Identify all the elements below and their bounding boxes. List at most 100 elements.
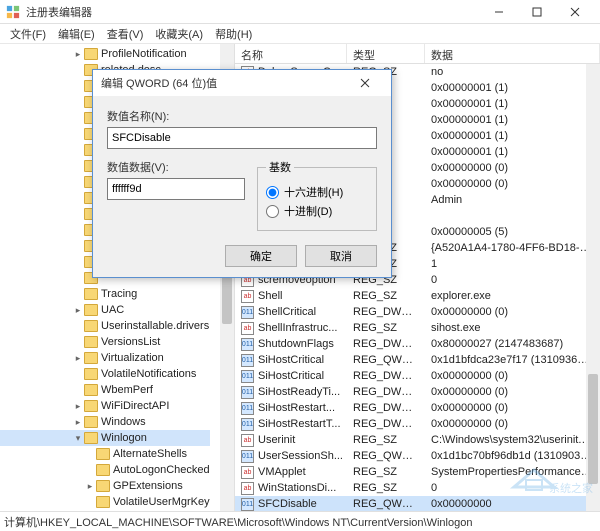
string-icon: ab: [241, 482, 254, 495]
value-row[interactable]: 011SiHostCriticalREG_DWORD0x00000000 (0): [235, 368, 600, 384]
folder-icon: [84, 320, 98, 332]
tree-item[interactable]: ▸ ProfileNotification: [0, 46, 210, 62]
col-type[interactable]: 类型: [347, 44, 425, 63]
base-fieldset: 基数 十六进制(H) 十进制(D): [257, 159, 377, 231]
radix-hex-radio[interactable]: [266, 186, 279, 199]
expand-icon[interactable]: ▸: [72, 49, 84, 60]
folder-icon: [84, 368, 98, 380]
col-data[interactable]: 数据: [425, 44, 600, 63]
menubar: 文件(F) 编辑(E) 查看(V) 收藏夹(A) 帮助(H): [0, 24, 600, 44]
tree-label: ProfileNotification: [101, 48, 187, 60]
binary-icon: 011: [241, 450, 254, 463]
tree-label: UAC: [101, 304, 124, 316]
value-row[interactable]: 011SiHostRestart...REG_DWORD0x00000000 (…: [235, 400, 600, 416]
menu-help[interactable]: 帮助(H): [209, 24, 258, 44]
string-icon: ab: [241, 322, 254, 335]
value-name: ShutdownFlags: [258, 338, 334, 350]
value-data: explorer.exe: [425, 290, 600, 302]
dialog-close-button[interactable]: [347, 71, 383, 95]
value-row[interactable]: 011SiHostRestartT...REG_DWORD0x00000000 …: [235, 416, 600, 432]
value-row[interactable]: 011ShellCriticalREG_DWORD0x00000000 (0): [235, 304, 600, 320]
value-data: 0x00000001 (1): [425, 114, 600, 126]
tree-item[interactable]: AutoLogonChecked: [0, 462, 210, 478]
value-row[interactable]: abUserinitREG_SZC:\Windows\system32\user…: [235, 432, 600, 448]
tree-item[interactable]: ▸Windows: [0, 414, 210, 430]
tree-label: AlternateShells: [113, 448, 187, 460]
value-name: WinStationsDi...: [258, 482, 336, 494]
tree-item[interactable]: ▸GPExtensions: [0, 478, 210, 494]
ok-button[interactable]: 确定: [225, 245, 297, 267]
value-name: SiHostRestartT...: [258, 418, 341, 430]
tree-label: VolatileNotifications: [101, 368, 196, 380]
close-button[interactable]: [556, 1, 594, 23]
value-data: 0x1d1bfdca23e7f17 (131093681850617011: [425, 354, 600, 366]
list-scrollbar[interactable]: [586, 64, 600, 511]
expand-icon[interactable]: ▸: [72, 401, 84, 412]
menu-favorites[interactable]: 收藏夹(A): [149, 24, 209, 44]
value-name: ShellCritical: [258, 306, 316, 318]
menu-file[interactable]: 文件(F): [4, 24, 52, 44]
value-type: REG_QWORD: [347, 498, 425, 510]
tree-item[interactable]: VolatileNotifications: [0, 366, 210, 382]
menu-view[interactable]: 查看(V): [101, 24, 150, 44]
menu-edit[interactable]: 编辑(E): [52, 24, 101, 44]
value-data: 0x00000001 (1): [425, 98, 600, 110]
folder-icon: [84, 416, 98, 428]
edit-qword-dialog: 编辑 QWORD (64 位)值 数值名称(N): 数值数据(V): 基数 十六…: [92, 69, 392, 278]
value-data: Admin: [425, 194, 600, 206]
tree-item[interactable]: ▾Winlogon: [0, 430, 210, 446]
value-data-label: 数值数据(V):: [107, 159, 245, 175]
tree-item[interactable]: VolatileUserMgrKey: [0, 494, 210, 510]
expand-icon[interactable]: ▸: [72, 305, 84, 316]
tree-item[interactable]: Userinstallable.drivers: [0, 318, 210, 334]
minimize-button[interactable]: [480, 1, 518, 23]
tree-item[interactable]: AlternateShells: [0, 446, 210, 462]
binary-icon: 011: [241, 338, 254, 351]
binary-icon: 011: [241, 418, 254, 431]
tree-item[interactable]: VersionsList: [0, 334, 210, 350]
tree-item[interactable]: ▸ UAC: [0, 302, 210, 318]
cancel-button[interactable]: 取消: [305, 245, 377, 267]
value-data-input[interactable]: [107, 178, 245, 200]
value-row[interactable]: 011SiHostCriticalREG_QWORD0x1d1bfdca23e7…: [235, 352, 600, 368]
value-row[interactable]: abShellInfrastruc...REG_SZsihost.exe: [235, 320, 600, 336]
tree-item[interactable]: WbemPerf: [0, 382, 210, 398]
tree-item[interactable]: Tracing: [0, 286, 210, 302]
list-header: 名称 类型 数据: [235, 44, 600, 64]
value-name: SiHostCritical: [258, 354, 324, 366]
value-data: C:\Windows\system32\userinit.exe,: [425, 434, 600, 446]
value-data: 0x00000000 (0): [425, 306, 600, 318]
col-name[interactable]: 名称: [235, 44, 347, 63]
expand-icon[interactable]: ▸: [72, 417, 84, 428]
expand-icon[interactable]: ▸: [72, 353, 84, 364]
value-data: 0x00000000 (0): [425, 370, 600, 382]
tree-item[interactable]: ▸WinSAT: [0, 510, 210, 511]
value-row[interactable]: 011ShutdownFlagsREG_DWORD0x80000027 (214…: [235, 336, 600, 352]
radix-hex-label: 十六进制(H): [284, 184, 343, 200]
tree-item[interactable]: ▸ Virtualization: [0, 350, 210, 366]
radix-dec-radio[interactable]: [266, 205, 279, 218]
value-data: 0x00000001 (1): [425, 130, 600, 142]
expand-icon[interactable]: ▸: [84, 481, 96, 492]
value-data: no: [425, 66, 600, 78]
folder-icon: [96, 496, 110, 508]
tree-label: Virtualization: [101, 352, 164, 364]
value-data: 0x00000005 (5): [425, 226, 600, 238]
binary-icon: 011: [241, 498, 254, 511]
value-name: VMApplet: [258, 466, 306, 478]
value-name-input[interactable]: [107, 127, 377, 149]
dialog-titlebar: 编辑 QWORD (64 位)值: [93, 70, 391, 96]
value-type: REG_SZ: [347, 434, 425, 446]
tree-label: WiFiDirectAPI: [101, 400, 169, 412]
tree-label: AutoLogonChecked: [113, 464, 210, 476]
value-data: 0x00000000 (0): [425, 178, 600, 190]
dialog-title: 编辑 QWORD (64 位)值: [101, 75, 347, 91]
value-type: REG_DWORD: [347, 306, 425, 318]
maximize-button[interactable]: [518, 1, 556, 23]
value-row[interactable]: abShellREG_SZexplorer.exe: [235, 288, 600, 304]
value-row[interactable]: 011SiHostReadyTi...REG_DWORD0x00000000 (…: [235, 384, 600, 400]
tree-label: VersionsList: [101, 336, 160, 348]
tree-item[interactable]: ▸ WiFiDirectAPI: [0, 398, 210, 414]
expand-icon[interactable]: ▾: [72, 433, 84, 444]
string-icon: ab: [241, 466, 254, 479]
